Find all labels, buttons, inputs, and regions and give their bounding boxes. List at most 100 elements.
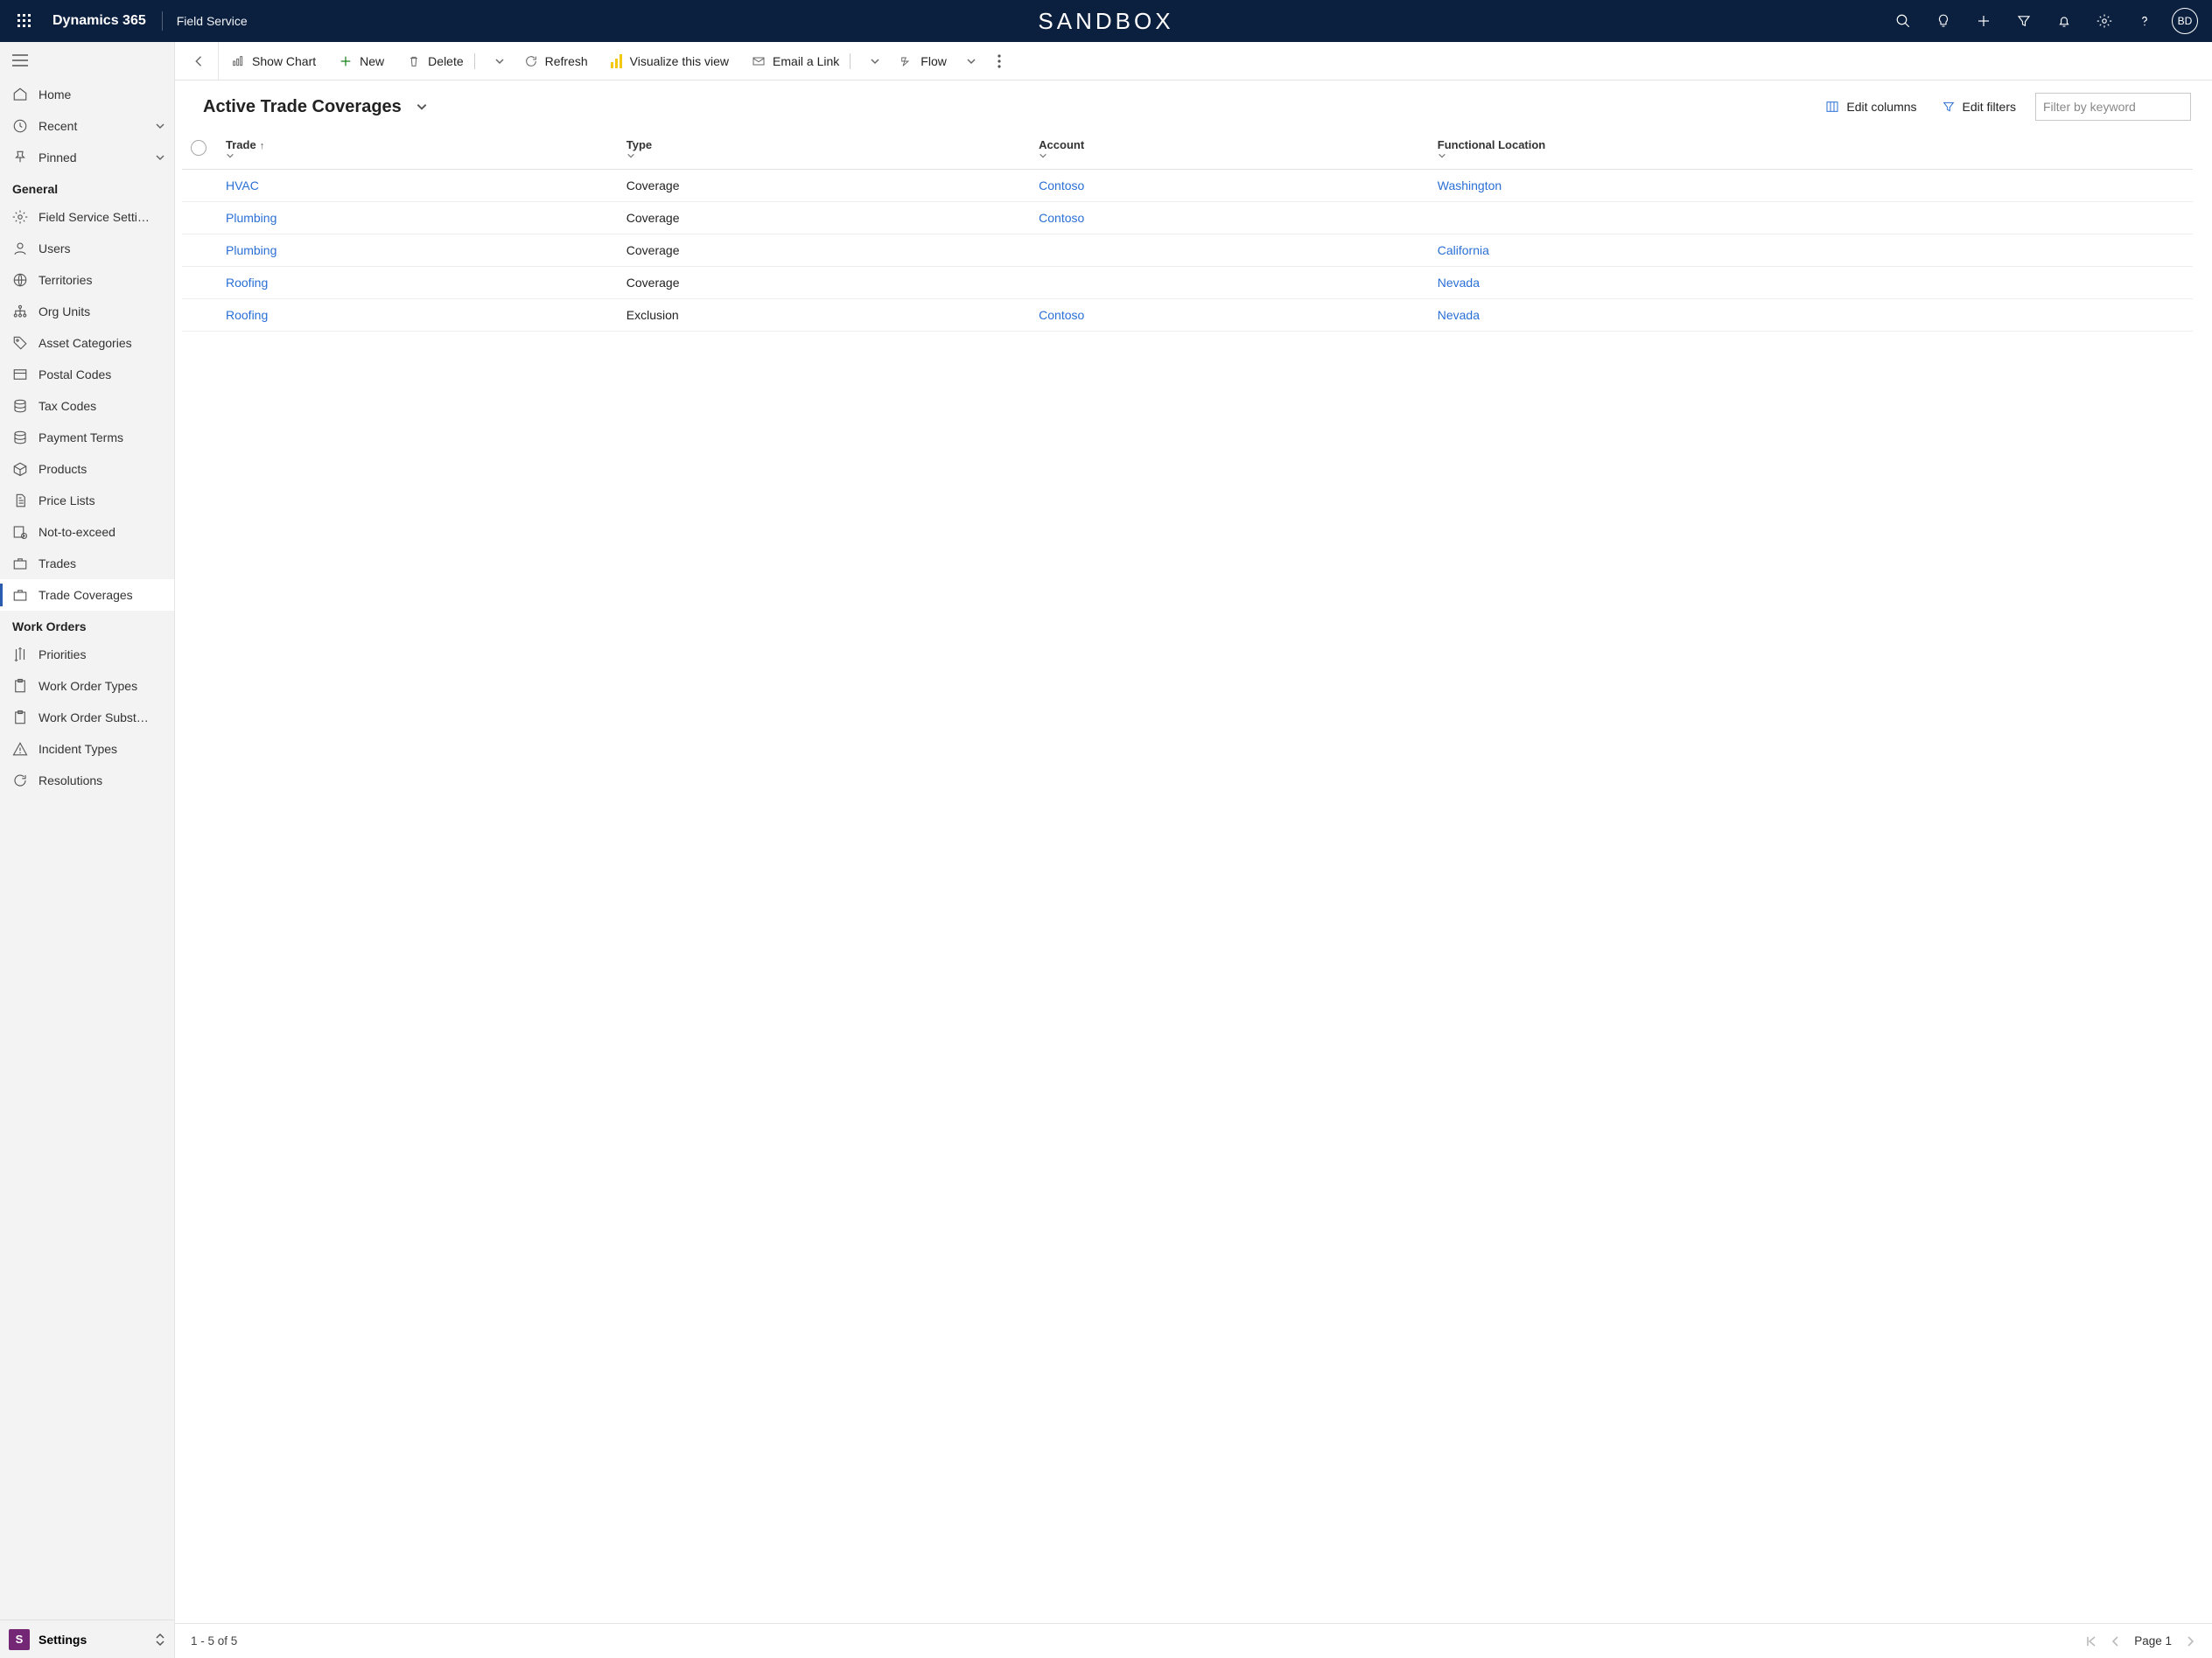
account-link[interactable]: Contoso	[1039, 178, 1084, 192]
nav-item-incident-types[interactable]: Incident Types	[0, 733, 174, 765]
flow-chevron[interactable]	[959, 51, 984, 72]
nav-item-tax-codes[interactable]: Tax Codes	[0, 390, 174, 422]
quick-create-button[interactable]	[1964, 0, 2004, 42]
nav-collapse-button[interactable]	[0, 42, 174, 79]
cell-location: Nevada	[1429, 299, 2193, 332]
select-all-header[interactable]	[182, 129, 217, 170]
search-button[interactable]	[1883, 0, 1923, 42]
nav-item-resolutions[interactable]: Resolutions	[0, 765, 174, 796]
account-link[interactable]: Contoso	[1039, 308, 1084, 322]
pager-next[interactable]	[2184, 1635, 2196, 1648]
row-select[interactable]	[182, 170, 217, 202]
area-switcher[interactable]: S Settings	[0, 1620, 174, 1658]
nav-item-trade-coverages[interactable]: Trade Coverages	[0, 579, 174, 611]
nav-item-price-lists[interactable]: Price Lists	[0, 485, 174, 516]
data-grid: Trade↑TypeAccountFunctional Location HVA…	[182, 129, 2193, 332]
chevron-down-icon	[966, 56, 976, 66]
edit-columns-button[interactable]: Edit columns	[1820, 96, 1922, 117]
row-select[interactable]	[182, 267, 217, 299]
nav-recent[interactable]: Recent	[0, 110, 174, 142]
row-select[interactable]	[182, 234, 217, 267]
settings-button[interactable]	[2084, 0, 2124, 42]
chevron-down-icon	[226, 151, 234, 160]
table-row[interactable]: PlumbingCoverageCalifornia	[182, 234, 2193, 267]
global-header: Dynamics 365 Field Service SANDBOX BD	[0, 0, 2212, 42]
location-link[interactable]: Washington	[1438, 178, 1502, 192]
edit-filters-button[interactable]: Edit filters	[1936, 96, 2021, 117]
waffle-icon	[18, 14, 32, 28]
visualize-button[interactable]: Visualize this view	[600, 49, 739, 73]
cell-account: Contoso	[1030, 202, 1429, 234]
doc-icon	[12, 493, 28, 508]
nav-item-users[interactable]: Users	[0, 233, 174, 264]
show-chart-button[interactable]: Show Chart	[220, 49, 326, 73]
view-title[interactable]: Active Trade Coverages	[203, 97, 402, 117]
account-link[interactable]: Contoso	[1039, 211, 1084, 225]
flow-button[interactable]: Flow	[889, 49, 957, 73]
nav-home[interactable]: Home	[0, 79, 174, 110]
cell-account	[1030, 234, 1429, 267]
nav-item-not-to-exceed[interactable]: Not-to-exceed	[0, 516, 174, 548]
nav-item-field-service-setti-[interactable]: Field Service Setti…	[0, 201, 174, 233]
pager-prev[interactable]	[2110, 1635, 2122, 1648]
module-name[interactable]: Field Service	[168, 14, 256, 28]
help-button[interactable]	[2124, 0, 2165, 42]
trade-link[interactable]: Roofing	[226, 276, 268, 290]
email-link-button[interactable]: Email a Link	[741, 48, 861, 74]
assistant-button[interactable]	[1923, 0, 1964, 42]
pager-first[interactable]	[2085, 1635, 2097, 1648]
table-row[interactable]: PlumbingCoverageContoso	[182, 202, 2193, 234]
advanced-filter-button[interactable]	[2004, 0, 2044, 42]
nav-pinned[interactable]: Pinned	[0, 142, 174, 173]
nav-item-territories[interactable]: Territories	[0, 264, 174, 296]
table-row[interactable]: HVACCoverageContosoWashington	[182, 170, 2193, 202]
view-selector-chevron[interactable]	[416, 101, 428, 113]
nav-item-trades[interactable]: Trades	[0, 548, 174, 579]
overflow-button[interactable]	[989, 49, 1010, 73]
nav-item-postal-codes[interactable]: Postal Codes	[0, 359, 174, 390]
app-launcher-button[interactable]	[7, 14, 42, 28]
col-header-type[interactable]: Type	[618, 129, 1030, 170]
nav-item-priorities[interactable]: Priorities	[0, 639, 174, 670]
nav-label: Products	[38, 462, 87, 476]
product-name[interactable]: Dynamics 365	[42, 13, 157, 29]
back-button[interactable]	[180, 42, 219, 80]
location-link[interactable]: Nevada	[1438, 308, 1480, 322]
row-select[interactable]	[182, 299, 217, 332]
cell-trade: Plumbing	[217, 234, 618, 267]
select-all-circle[interactable]	[191, 140, 206, 156]
refresh-button[interactable]: Refresh	[514, 49, 598, 73]
org-icon	[12, 304, 28, 319]
delete-button[interactable]: Delete	[396, 48, 485, 74]
new-button[interactable]: New	[328, 49, 395, 73]
col-header-trade[interactable]: Trade↑	[217, 129, 618, 170]
location-link[interactable]: California	[1438, 243, 1489, 257]
notifications-button[interactable]	[2044, 0, 2084, 42]
sort-asc-icon: ↑	[260, 141, 265, 151]
nav-item-work-order-types[interactable]: Work Order Types	[0, 670, 174, 702]
environment-badge: SANDBOX	[1038, 8, 1173, 35]
funnel-icon	[1942, 100, 1956, 114]
email-split-chevron[interactable]	[863, 51, 887, 72]
cmd-label: Refresh	[545, 54, 588, 68]
trade-link[interactable]: Roofing	[226, 308, 268, 322]
nav-item-products[interactable]: Products	[0, 453, 174, 485]
nav-item-org-units[interactable]: Org Units	[0, 296, 174, 327]
table-row[interactable]: RoofingCoverageNevada	[182, 267, 2193, 299]
trade-link[interactable]: HVAC	[226, 178, 259, 192]
location-link[interactable]: Nevada	[1438, 276, 1480, 290]
keyword-filter-input[interactable]	[2035, 93, 2191, 121]
col-header-functional-location[interactable]: Functional Location	[1429, 129, 2193, 170]
table-row[interactable]: RoofingExclusionContosoNevada	[182, 299, 2193, 332]
trade-link[interactable]: Plumbing	[226, 211, 276, 225]
account-button[interactable]: BD	[2165, 0, 2205, 42]
nav-item-asset-categories[interactable]: Asset Categories	[0, 327, 174, 359]
nav-label: Home	[38, 87, 71, 101]
nav-item-payment-terms[interactable]: Payment Terms	[0, 422, 174, 453]
prev-page-icon	[2110, 1635, 2122, 1648]
nav-item-work-order-subst-[interactable]: Work Order Subst…	[0, 702, 174, 733]
row-select[interactable]	[182, 202, 217, 234]
trade-link[interactable]: Plumbing	[226, 243, 276, 257]
delete-split-chevron[interactable]	[487, 51, 512, 72]
col-header-account[interactable]: Account	[1030, 129, 1429, 170]
